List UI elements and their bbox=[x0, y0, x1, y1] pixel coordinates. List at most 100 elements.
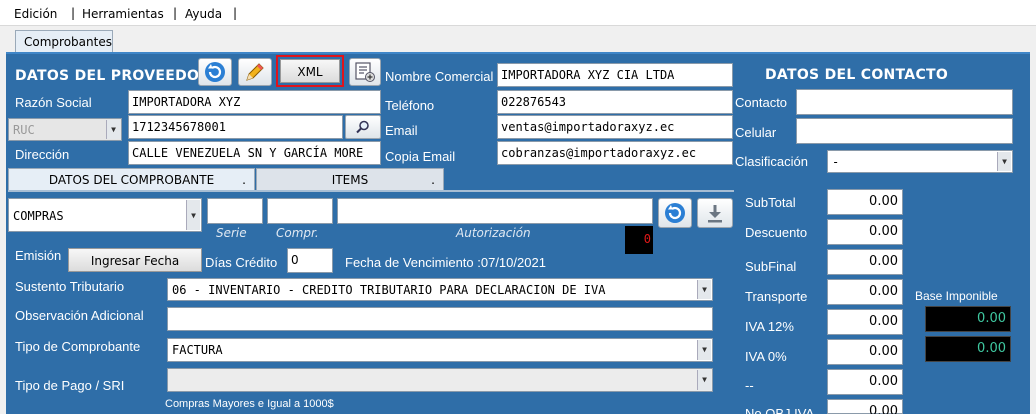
descuento-field[interactable]: 0.00 bbox=[827, 219, 903, 245]
id-type-select[interactable]: RUC ▼ bbox=[8, 118, 122, 141]
refresh-auth-button[interactable] bbox=[658, 198, 692, 228]
copia-email-label: Copia Email bbox=[385, 149, 456, 164]
dashes-label: -- bbox=[745, 378, 754, 393]
refresh-icon bbox=[665, 203, 685, 223]
list-add-button[interactable] bbox=[349, 58, 381, 86]
direccion-label: Dirección bbox=[15, 147, 70, 162]
tipo-comprobante-value: FACTURA bbox=[172, 343, 223, 357]
direccion-field[interactable]: CALLE VENEZUELA SN Y GARCÍA MORE bbox=[128, 141, 381, 165]
ingresar-fecha-button[interactable]: Ingresar Fecha bbox=[68, 248, 202, 272]
compras-note: Compras Mayores e Igual a 1000$ bbox=[165, 398, 334, 410]
tipo-comprobante-label: Tipo de Comprobante bbox=[15, 339, 141, 354]
tab-comprobantes[interactable]: Comprobantes bbox=[15, 30, 113, 53]
subfinal-label: SubFinal bbox=[745, 259, 797, 274]
xml-button[interactable]: XML bbox=[280, 59, 340, 83]
tab-datos-comprobante[interactable]: DATOS DEL COMPROBANTE . bbox=[8, 168, 255, 190]
celular-label: Celular bbox=[735, 125, 777, 140]
dias-credito-label: Días Crédito bbox=[205, 255, 278, 270]
subfinal-field[interactable]: 0.00 bbox=[827, 249, 903, 275]
menu-separator: | bbox=[173, 6, 178, 20]
tab-datos-comprobante-label: DATOS DEL COMPROBANTE bbox=[48, 173, 215, 187]
pencil-icon bbox=[246, 63, 264, 81]
tipo-comprobante-select[interactable]: FACTURA ▼ bbox=[167, 338, 713, 362]
descuento-label: Descuento bbox=[745, 225, 808, 240]
base-imponible-12-field: 0.00 bbox=[925, 306, 1011, 332]
search-button[interactable] bbox=[345, 115, 381, 139]
list-add-icon bbox=[355, 62, 375, 82]
menu-herramientas[interactable]: Herramientas bbox=[82, 7, 164, 21]
refresh-button[interactable] bbox=[198, 58, 232, 86]
chevron-down-icon: ▼ bbox=[186, 200, 200, 230]
chevron-down-icon: ▼ bbox=[106, 120, 120, 139]
transporte-label: Transporte bbox=[745, 289, 808, 304]
razon-social-label: Razón Social bbox=[15, 95, 92, 110]
autorizacion-field[interactable] bbox=[337, 198, 653, 224]
copia-email-field[interactable]: cobranzas@importadoraxyz.ec bbox=[497, 141, 733, 165]
serie-label: Serie bbox=[216, 226, 247, 240]
telefono-field[interactable]: 022876543 bbox=[497, 90, 733, 114]
download-button[interactable] bbox=[697, 198, 733, 228]
counter-display: 0 bbox=[625, 226, 653, 254]
sustento-label: Sustento Tributario bbox=[15, 279, 125, 294]
base-imponible-label: Base Imponible bbox=[915, 289, 998, 303]
search-icon bbox=[356, 120, 369, 134]
nombre-comercial-field[interactable]: IMPORTADORA XYZ CIA LTDA bbox=[497, 63, 733, 87]
id-number-field[interactable]: 1712345678001 bbox=[128, 115, 343, 139]
menu-bar: Edición | Herramientas | Ayuda | bbox=[0, 0, 1036, 26]
chevron-down-icon: ▼ bbox=[697, 340, 711, 360]
autorizacion-label: Autorización bbox=[456, 226, 531, 240]
dashes-field[interactable]: 0.00 bbox=[827, 369, 903, 395]
menu-separator: | bbox=[233, 6, 238, 20]
iva12-label: IVA 12% bbox=[745, 319, 794, 334]
proveedor-header: DATOS DEL PROVEEDOR bbox=[15, 68, 211, 84]
chevron-down-icon: ▼ bbox=[697, 280, 711, 299]
tab-divider bbox=[8, 190, 734, 192]
telefono-label: Teléfono bbox=[385, 98, 435, 113]
sustento-value: 06 - INVENTARIO - CREDITO TRIBUTARIO PAR… bbox=[172, 283, 606, 297]
observacion-field[interactable] bbox=[167, 307, 713, 331]
nombre-comercial-label: Nombre Comercial bbox=[385, 69, 494, 84]
no-obj-iva-field[interactable]: 0.00 bbox=[827, 399, 903, 414]
contacto-header: DATOS DEL CONTACTO bbox=[765, 67, 949, 83]
subtotal-field[interactable]: 0.00 bbox=[827, 189, 903, 215]
menu-edicion[interactable]: Edición bbox=[14, 7, 57, 21]
compr-label: Compr. bbox=[276, 226, 319, 240]
download-icon bbox=[708, 205, 722, 223]
razon-social-field[interactable]: IMPORTADORA XYZ bbox=[128, 90, 381, 114]
edit-button[interactable] bbox=[238, 58, 272, 86]
observacion-label: Observación Adicional bbox=[15, 308, 144, 323]
chevron-down-icon: ▼ bbox=[697, 370, 711, 390]
tipo-pago-label: Tipo de Pago / SRI bbox=[15, 378, 125, 393]
id-type-value: RUC bbox=[13, 123, 35, 137]
compr-field[interactable] bbox=[267, 198, 333, 224]
subtotal-label: SubTotal bbox=[745, 195, 796, 210]
contacto-field[interactable] bbox=[796, 89, 1013, 115]
sustento-select[interactable]: 06 - INVENTARIO - CREDITO TRIBUTARIO PAR… bbox=[167, 278, 713, 301]
dias-credito-field[interactable]: 0 bbox=[287, 248, 333, 273]
celular-field[interactable] bbox=[796, 118, 1013, 144]
refresh-icon bbox=[205, 62, 225, 82]
clasificacion-select[interactable]: - ▼ bbox=[827, 150, 1013, 173]
no-obj-iva-label: No OBJ IVA bbox=[745, 406, 815, 414]
menu-ayuda[interactable]: Ayuda bbox=[185, 7, 222, 21]
tab-dot: . bbox=[242, 173, 246, 187]
clasificacion-label: Clasificación bbox=[735, 154, 808, 169]
tipo-compra-value: COMPRAS bbox=[13, 209, 64, 223]
iva0-field[interactable]: 0.00 bbox=[827, 339, 903, 365]
vencimiento-text: Fecha de Vencimiento :07/10/2021 bbox=[345, 255, 546, 270]
email-field[interactable]: ventas@importadoraxyz.ec bbox=[497, 115, 733, 139]
tab-items[interactable]: ITEMS . bbox=[256, 168, 444, 190]
tab-items-label: ITEMS bbox=[331, 173, 369, 187]
iva12-field[interactable]: 0.00 bbox=[827, 309, 903, 335]
base-imponible-0-field: 0.00 bbox=[925, 336, 1011, 362]
clasificacion-value: - bbox=[832, 155, 840, 169]
email-label: Email bbox=[385, 123, 418, 138]
contacto-label: Contacto bbox=[735, 95, 788, 110]
tipo-pago-select[interactable]: ▼ bbox=[167, 368, 713, 392]
chevron-down-icon: ▼ bbox=[997, 152, 1011, 171]
tab-dot: . bbox=[431, 173, 435, 187]
serie-field[interactable] bbox=[207, 198, 263, 224]
transporte-field[interactable]: 0.00 bbox=[827, 279, 903, 305]
emision-label: Emisión bbox=[15, 248, 62, 263]
tipo-compra-select[interactable]: COMPRAS ▼ bbox=[8, 198, 202, 232]
